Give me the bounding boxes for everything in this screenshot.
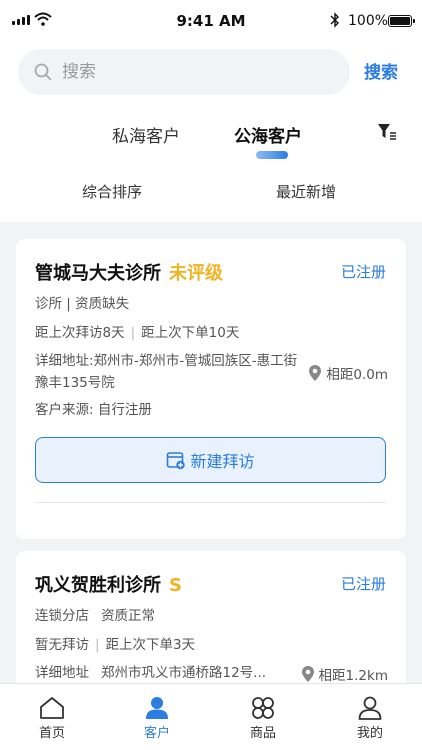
registration-status: 已注册 <box>340 575 386 593</box>
tab-goods-label: 商品 <box>249 726 276 741</box>
distance-info: 相距1.2km <box>301 664 388 684</box>
tab-customer-label: 客户 <box>143 726 170 741</box>
customer-name: 管城马大夫诊所 <box>35 263 161 284</box>
customer-type-qualification: 诊所 | 资质缺失 <box>35 296 130 312</box>
customer-name-row: 巩义贺胜利诊所 S <box>35 571 182 597</box>
add-visit-icon <box>167 452 186 470</box>
tab-goods[interactable]: 商品 <box>233 694 293 741</box>
customer-address: 详细地址:郑州市-郑州市-管城回族区-惠工街豫丰135号院 <box>35 353 298 391</box>
customer-rating: 未评级 <box>169 263 223 284</box>
search-icon <box>34 63 52 81</box>
customer-address: 详细地址 郑州市巩义市通桥路12号... <box>35 662 266 684</box>
active-tab-indicator <box>256 151 288 159</box>
last-visit: 暂无拜访 <box>35 637 89 653</box>
header: 搜索 私海客户 公海客户 综合排序 最近新增 <box>0 44 422 222</box>
customer-source: 客户来源: 自行注册 <box>35 402 152 418</box>
distance: 相距0.0m <box>326 367 388 383</box>
search-input[interactable] <box>62 49 332 95</box>
bluetooth-icon <box>330 12 339 28</box>
tab-mine[interactable]: 我的 <box>340 694 400 741</box>
tab-mine-label: 我的 <box>356 726 383 741</box>
tab-private-customers[interactable]: 私海客户 <box>112 122 180 147</box>
search-button[interactable]: 搜索 <box>364 58 398 83</box>
card-divider <box>35 502 386 503</box>
filter-icon[interactable] <box>377 123 397 141</box>
bottom-tab-bar: 首页 客户 商品 我的 <box>0 683 422 750</box>
registration-status: 已注册 <box>340 263 386 281</box>
distance: 相距1.2km <box>318 668 388 684</box>
last-order: 距上次下单3天 <box>105 637 196 653</box>
tab-home-label: 首页 <box>38 726 65 741</box>
tab-home[interactable]: 首页 <box>22 694 82 741</box>
home-icon <box>40 697 64 719</box>
status-bar: 9:41 AM 100% <box>0 0 422 44</box>
address-value: 郑州市巩义市通桥路12号... <box>101 665 267 681</box>
sort-combined[interactable]: 综合排序 <box>82 181 142 202</box>
customer-rating: S <box>169 575 182 596</box>
tab-public-customers[interactable]: 公海客户 <box>234 122 302 147</box>
last-order: 距上次下单10天 <box>141 325 240 341</box>
customer-name-row: 管城马大夫诊所 未评级 <box>35 259 223 285</box>
customer-qualification: 资质正常 <box>101 608 155 624</box>
customer-card[interactable]: 管城马大夫诊所 未评级 已注册 诊所 | 资质缺失 距上次拜访8天 | 距上次下单10… <box>16 239 406 539</box>
profile-icon <box>358 696 382 720</box>
location-icon <box>301 666 314 682</box>
distance-info: 相距0.0m <box>308 363 388 383</box>
location-icon <box>309 365 322 381</box>
goods-icon <box>252 697 274 719</box>
visit-order-info: 距上次拜访8天 | 距上次下单10天 <box>35 325 240 341</box>
customer-icon <box>146 697 168 719</box>
new-visit-label: 新建拜访 <box>190 452 255 471</box>
tab-customer[interactable]: 客户 <box>127 694 187 741</box>
customer-type: 连锁分店 <box>35 608 89 624</box>
address-label: 详细地址 <box>35 665 89 681</box>
customer-name: 巩义贺胜利诊所 <box>35 575 161 596</box>
new-visit-button[interactable]: 新建拜访 <box>35 437 386 483</box>
battery-percent: 100% <box>348 13 389 29</box>
battery-icon <box>388 15 415 27</box>
sort-recent[interactable]: 最近新增 <box>276 181 336 202</box>
search-box[interactable] <box>18 49 350 95</box>
visit-order-info: 暂无拜访 | 距上次下单3天 <box>35 637 196 653</box>
customer-type-qualification: 连锁分店 资质正常 <box>35 605 155 627</box>
last-visit: 距上次拜访8天 <box>35 325 125 341</box>
